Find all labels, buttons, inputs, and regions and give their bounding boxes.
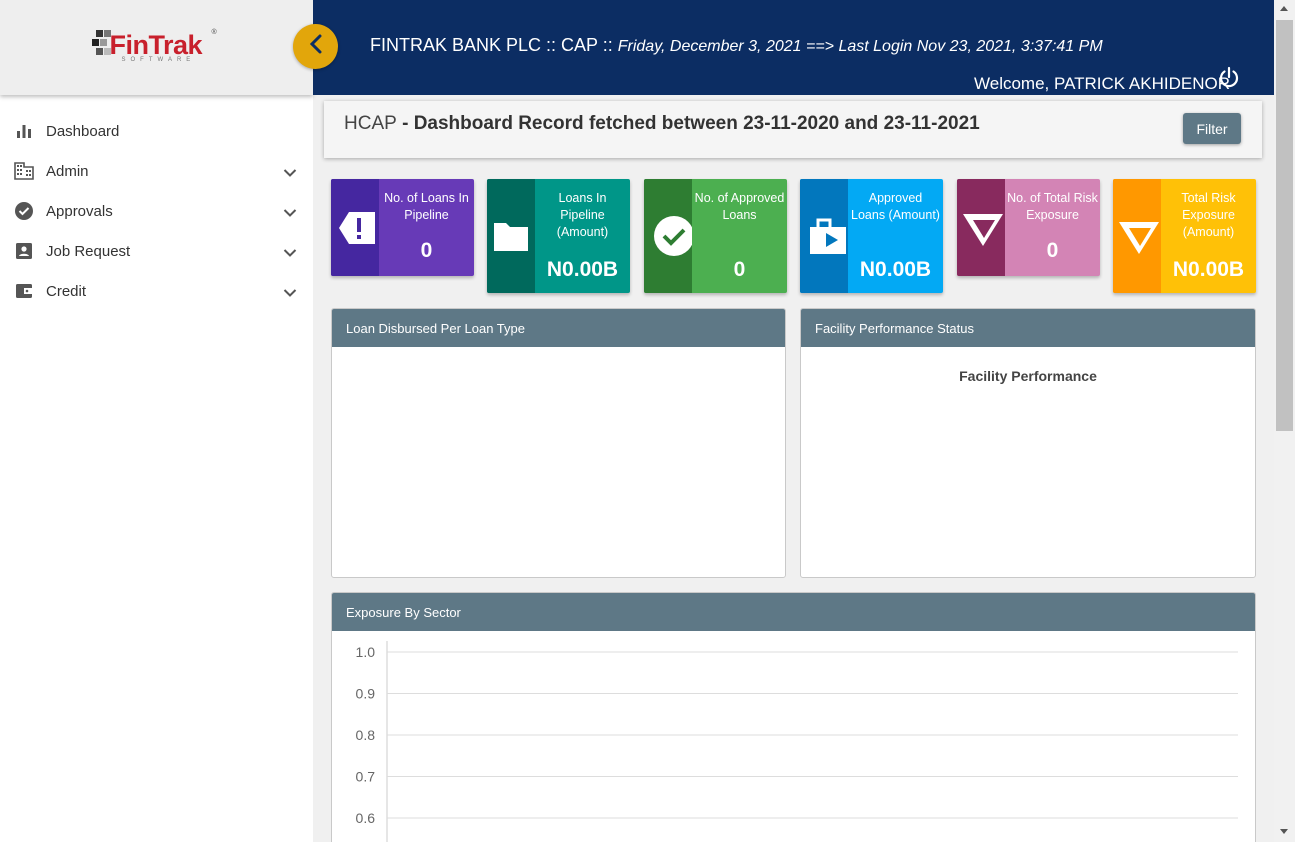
sidebar-item-label: Admin — [46, 162, 89, 180]
y-tick-label: 0.7 — [356, 769, 376, 785]
sidebar-item-credit[interactable]: Credit — [0, 271, 313, 311]
card-label: Loans In Pipeline (Amount) — [556, 191, 609, 239]
facility-chart-title: Facility Performance — [959, 368, 1097, 384]
sidebar-item-dashboard[interactable]: Dashboard — [0, 115, 313, 147]
y-tick-label: 0.9 — [356, 686, 376, 702]
sidebar-item-label: Credit — [46, 282, 87, 300]
chevron-down-icon[interactable] — [283, 165, 297, 183]
logo-area: FinTrak ® SOFTWARE — [0, 0, 313, 95]
y-tick-label: 0.8 — [356, 727, 376, 743]
page-title-prefix: HCAP — [344, 113, 397, 134]
chevron-down-icon[interactable] — [283, 285, 297, 303]
date-last-login: Friday, December 3, 2021 ==> Last Login … — [617, 38, 1103, 55]
loan-disbursed-panel: Loan Disbursed Per Loan Type — [331, 308, 786, 578]
bar-chart-icon — [14, 121, 34, 141]
stat-card-loans-pipeline-count[interactable]: No. of Loans In Pipeline 0 — [331, 179, 474, 276]
page-title-separator: - — [396, 113, 414, 134]
card-value: 0 — [733, 258, 746, 281]
top-header: FINTRAK BANK PLC :: CAP :: Friday, Decem… — [313, 0, 1274, 95]
card-value: 0 — [420, 239, 433, 262]
chevron-left-icon — [309, 34, 323, 59]
card-label: No. of Approved Loans — [694, 191, 785, 222]
card-label: No. of Total Risk Exposure — [1007, 191, 1098, 222]
card-value: N0.00B — [546, 258, 619, 281]
sidebar-item-job-request[interactable]: Job Request — [0, 231, 313, 271]
power-icon[interactable] — [1218, 66, 1240, 93]
chevron-down-icon[interactable] — [283, 205, 297, 223]
y-tick-label: 1.0 — [356, 644, 376, 660]
check-circle-icon — [644, 179, 692, 293]
sidebar-item-label: Job Request — [46, 242, 131, 260]
sidebar-nav: Dashboard Admin Approvals Job Request Cr… — [0, 95, 313, 311]
triangle-down-icon — [1113, 179, 1161, 293]
fintrak-logo[interactable]: FinTrak ® SOFTWARE — [91, 24, 222, 72]
stat-card-approved-amount[interactable]: Approved Loans (Amount) N0.00B — [800, 179, 943, 293]
briefcase-play-icon — [800, 179, 848, 293]
triangle-down-icon — [957, 179, 1005, 276]
logo-squares-icon — [91, 29, 112, 66]
sidebar-item-label: Approvals — [46, 202, 113, 220]
panel-title: Exposure By Sector — [332, 593, 1255, 631]
header-title: FINTRAK BANK PLC :: CAP :: Friday, Decem… — [370, 35, 1103, 56]
dashboard-title-bar: HCAP - Dashboard Record fetched between … — [324, 101, 1262, 158]
scroll-down-arrow-icon[interactable] — [1280, 829, 1288, 834]
card-value: N0.00B — [1172, 258, 1245, 281]
wallet-icon — [14, 281, 34, 301]
check-circle-icon — [14, 201, 34, 221]
bank-module-title: FINTRAK BANK PLC :: CAP :: — [370, 35, 613, 55]
exposure-by-sector-panel: Exposure By Sector 1.0 0.9 0.8 0.7 0.6 — [331, 592, 1256, 842]
sidebar-item-approvals[interactable]: Approvals — [0, 191, 313, 231]
card-label: No. of Loans In Pipeline — [384, 191, 469, 222]
scroll-thumb[interactable] — [1276, 20, 1293, 431]
sidebar-toggle-button[interactable] — [293, 24, 338, 69]
panel-title: Facility Performance Status — [801, 309, 1255, 347]
logo-subtitle: SOFTWARE — [121, 56, 196, 63]
building-icon — [14, 161, 34, 181]
y-tick-label: 0.6 — [356, 810, 376, 826]
sidebar-item-label: Dashboard — [46, 122, 120, 140]
folder-icon — [487, 179, 535, 293]
facility-performance-panel: Facility Performance Status Facility Per… — [800, 308, 1256, 578]
filter-button[interactable]: Filter — [1183, 113, 1241, 144]
stat-card-loans-pipeline-amount[interactable]: Loans In Pipeline (Amount) N0.00B — [487, 179, 630, 293]
card-value: N0.00B — [859, 258, 932, 281]
panel-title: Loan Disbursed Per Loan Type — [332, 309, 785, 347]
chevron-down-icon[interactable] — [283, 245, 297, 263]
page-title: HCAP - Dashboard Record fetched between … — [344, 113, 980, 135]
exposure-chart: 1.0 0.9 0.8 0.7 0.6 — [356, 641, 1238, 842]
card-label: Total Risk Exposure (Amount) — [1181, 191, 1236, 239]
stat-card-risk-exposure-amount[interactable]: Total Risk Exposure (Amount) N0.00B — [1113, 179, 1256, 293]
card-label: Approved Loans (Amount) — [851, 191, 940, 222]
id-card-icon — [14, 241, 34, 261]
welcome-user: Welcome, PATRICK AKHIDENOR — [974, 74, 1230, 93]
sidebar-item-admin[interactable]: Admin — [0, 151, 313, 191]
card-value: 0 — [1046, 239, 1059, 262]
logo-registered-mark: ® — [211, 28, 217, 36]
alert-tag-icon — [331, 179, 379, 276]
sidebar: FinTrak ® SOFTWARE Dashboard Admin Appro… — [0, 0, 313, 842]
stat-card-approved-count[interactable]: No. of Approved Loans 0 — [644, 179, 787, 293]
page-scrollbar[interactable] — [1274, 0, 1295, 842]
stat-card-risk-exposure-count[interactable]: No. of Total Risk Exposure 0 — [957, 179, 1100, 276]
scroll-up-arrow-icon[interactable] — [1280, 6, 1288, 11]
page-title-main: Dashboard Record fetched between 23-11-2… — [413, 113, 980, 134]
